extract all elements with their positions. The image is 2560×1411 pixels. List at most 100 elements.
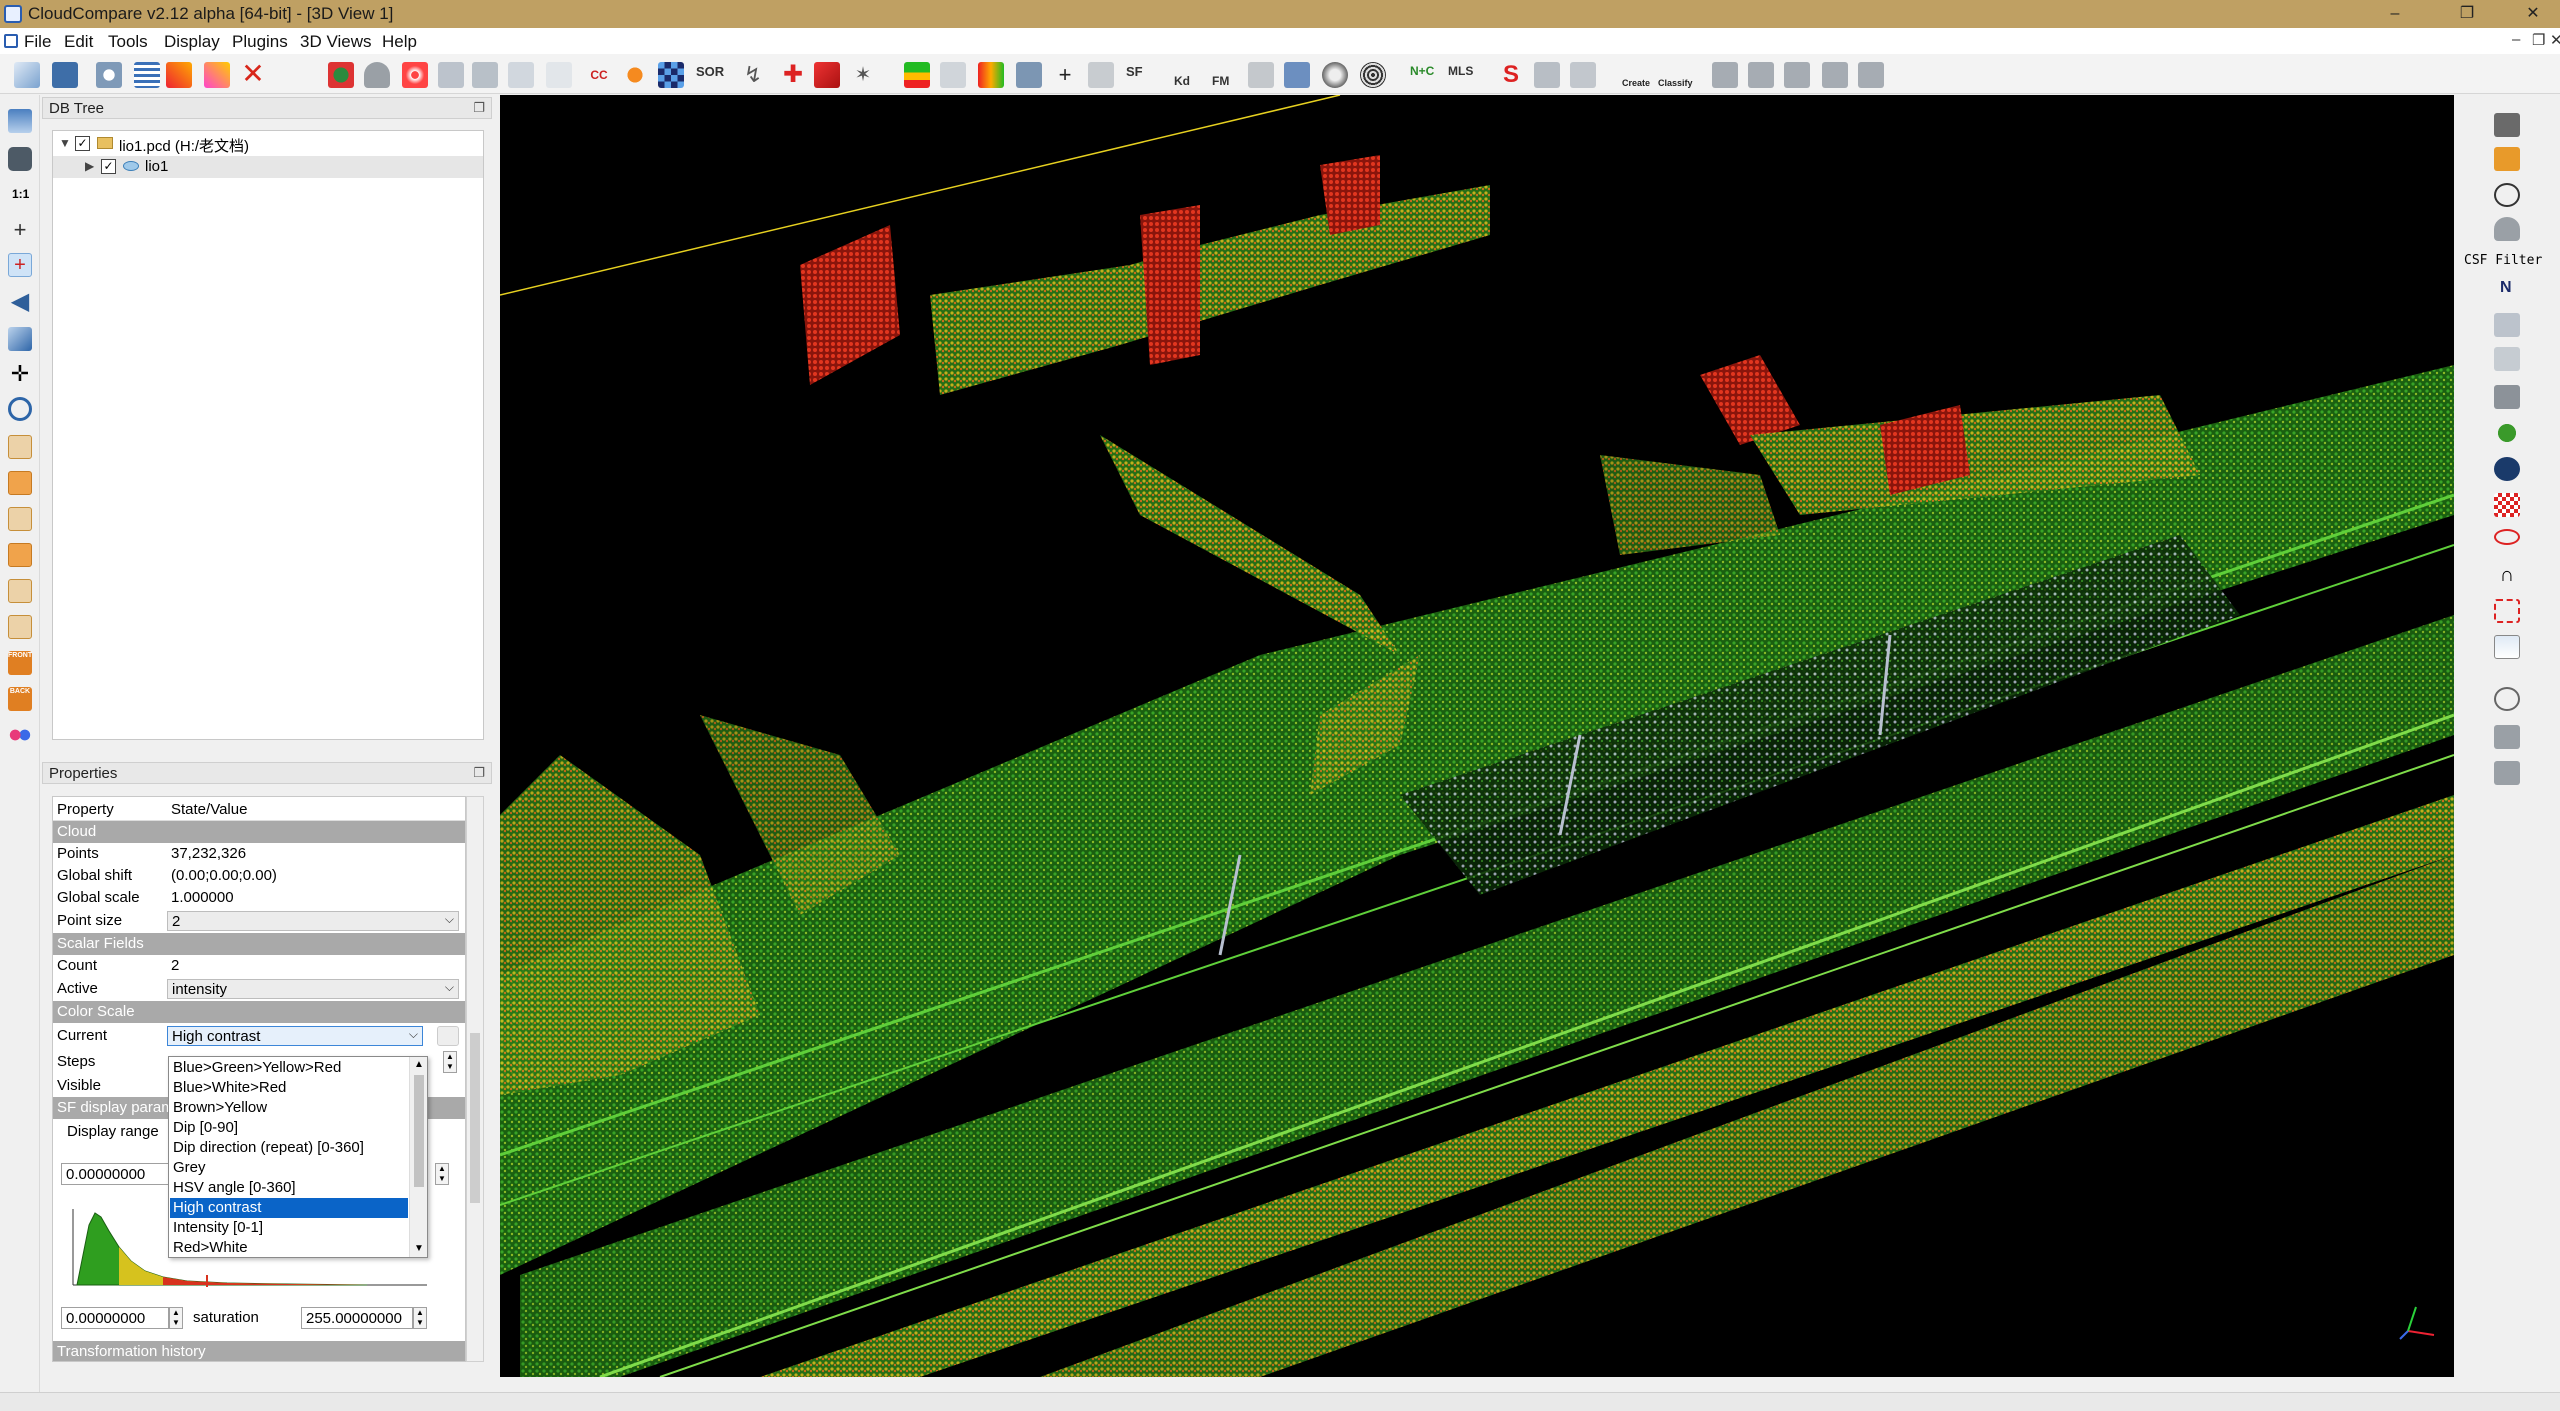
color-scale-editor-icon[interactable] bbox=[437, 1026, 459, 1046]
left-view-icon[interactable] bbox=[8, 507, 32, 531]
menu-plugins[interactable]: Plugins bbox=[232, 32, 288, 52]
menu-3d-views[interactable]: 3D Views bbox=[300, 32, 372, 52]
csf-shield-icon[interactable] bbox=[2494, 217, 2520, 241]
line-tool-icon[interactable]: ↯ bbox=[740, 62, 766, 88]
dropdown-option-selected[interactable]: High contrast bbox=[170, 1198, 408, 1218]
collapse-arrow-icon[interactable]: ▶ bbox=[85, 159, 94, 173]
menu-display[interactable]: Display bbox=[164, 32, 220, 52]
compare-cc-icon[interactable]: CC bbox=[586, 62, 612, 88]
point-picking-icon[interactable] bbox=[96, 62, 122, 88]
plugin-1-icon[interactable] bbox=[1712, 62, 1738, 88]
back-view-icon[interactable] bbox=[8, 543, 32, 567]
camera-icon[interactable] bbox=[8, 147, 32, 171]
color-scale-select[interactable]: High contrast ⌵ bbox=[167, 1026, 423, 1046]
dropdown-option[interactable]: Blue>White>Red bbox=[170, 1078, 408, 1098]
clone-icon[interactable] bbox=[166, 62, 192, 88]
add-icon[interactable]: + bbox=[1052, 62, 1078, 88]
expand-arrow-icon[interactable]: ▼ bbox=[59, 136, 71, 150]
filter-sf-icon[interactable] bbox=[1088, 62, 1114, 88]
3d-view-canvas[interactable] bbox=[500, 95, 2454, 1377]
close-button[interactable]: ✕ bbox=[2510, 2, 2556, 26]
maximize-button[interactable]: ❐ bbox=[2444, 2, 2490, 26]
subsample-icon[interactable] bbox=[438, 62, 464, 88]
hough-icon[interactable] bbox=[2494, 313, 2520, 337]
tree-item-cloud[interactable]: ▶ ✓ lio1 bbox=[53, 156, 483, 178]
dropdown-option[interactable]: HSV angle [0-360] bbox=[170, 1178, 408, 1198]
segment-icon[interactable] bbox=[546, 62, 572, 88]
noise-filter-icon[interactable] bbox=[622, 62, 648, 88]
export-icon[interactable] bbox=[1284, 62, 1310, 88]
auto-pivot-icon[interactable]: + bbox=[8, 253, 32, 277]
align-icon[interactable]: ✶ bbox=[850, 62, 876, 88]
top-view-icon[interactable] bbox=[8, 435, 32, 459]
hand-icon[interactable] bbox=[2494, 147, 2520, 171]
zoom-icon[interactable] bbox=[8, 397, 32, 421]
sat-max-spin-arrows[interactable]: ▲ ▼ bbox=[413, 1307, 427, 1329]
mdi-window-icon[interactable] bbox=[4, 34, 18, 48]
tree-checkbox[interactable]: ✓ bbox=[101, 159, 116, 174]
global-zoom-icon[interactable] bbox=[8, 109, 32, 133]
fm-label[interactable]: FM bbox=[1212, 74, 1229, 88]
plugin-extra-2-icon[interactable] bbox=[2494, 761, 2520, 785]
animation-icon[interactable] bbox=[2494, 113, 2520, 137]
histogram-icon[interactable] bbox=[904, 62, 930, 88]
mesh-icon[interactable] bbox=[1248, 62, 1274, 88]
classify-icon[interactable] bbox=[2494, 493, 2520, 517]
right-view-icon[interactable] bbox=[8, 579, 32, 603]
viewer-icon[interactable] bbox=[8, 327, 32, 351]
dropdown-scrollbar[interactable]: ▲ ▼ bbox=[409, 1057, 427, 1257]
sf-label[interactable]: SF bbox=[1126, 64, 1143, 79]
plugin-2-icon[interactable] bbox=[1748, 62, 1774, 88]
properties-list-icon[interactable] bbox=[134, 62, 160, 88]
arch-icon[interactable]: ∩ bbox=[2494, 563, 2520, 587]
plane-fit-icon[interactable] bbox=[814, 62, 840, 88]
mls-label[interactable]: MLS bbox=[1448, 64, 1473, 78]
pcv-icon[interactable] bbox=[2494, 385, 2520, 409]
range-max-spin-arrows[interactable]: ▲ ▼ bbox=[435, 1163, 449, 1185]
checkerboard-icon[interactable] bbox=[658, 62, 684, 88]
scale-1-1-label[interactable]: 1:1 bbox=[12, 187, 29, 201]
point-size-select[interactable]: 2 ⌵ bbox=[167, 911, 459, 931]
shield-icon[interactable] bbox=[364, 62, 390, 88]
menu-tools[interactable]: Tools bbox=[108, 32, 148, 52]
plugin-5-icon[interactable] bbox=[1858, 62, 1884, 88]
dropdown-option[interactable]: Intensity [0-1] bbox=[170, 1218, 408, 1238]
canupo-create-label[interactable]: Create bbox=[1622, 78, 1650, 88]
scrollbar-thumb[interactable] bbox=[470, 1033, 480, 1203]
translate-rotate-icon[interactable]: ✚ bbox=[780, 62, 806, 88]
canupo-classify-label[interactable]: Classify bbox=[1658, 78, 1693, 88]
plugin-4-icon[interactable] bbox=[1822, 62, 1848, 88]
tree-checkbox[interactable]: ✓ bbox=[75, 136, 90, 151]
sample-points-icon[interactable] bbox=[328, 62, 354, 88]
m3c2-icon[interactable] bbox=[2494, 347, 2520, 371]
mdi-restore-button[interactable]: ❐ bbox=[2532, 31, 2545, 49]
saturation-min-input[interactable]: 0.00000000 bbox=[61, 1307, 169, 1329]
saturation-max-input[interactable]: 255.00000000 bbox=[301, 1307, 413, 1329]
mdi-close-button[interactable]: ✕ bbox=[2550, 31, 2560, 49]
translate-icon[interactable]: ✛ bbox=[8, 363, 32, 387]
minimize-button[interactable]: – bbox=[2372, 2, 2418, 26]
registration-icon[interactable] bbox=[508, 62, 534, 88]
save-icon[interactable] bbox=[52, 62, 78, 88]
sf-arithmetic-icon[interactable] bbox=[1016, 62, 1042, 88]
csf-filter-label[interactable]: CSF Filter bbox=[2464, 253, 2542, 268]
perspective-icon[interactable]: ◀ bbox=[8, 290, 32, 315]
distance-icon[interactable] bbox=[1534, 62, 1560, 88]
sf-color-icon[interactable] bbox=[978, 62, 1004, 88]
rotate-icon[interactable] bbox=[1570, 62, 1596, 88]
mdi-minimize-button[interactable]: – bbox=[2512, 31, 2520, 48]
scroll-down-icon[interactable]: ▼ bbox=[414, 1243, 424, 1254]
bottom-view-icon[interactable] bbox=[8, 615, 32, 639]
dropdown-option[interactable]: Red>White bbox=[170, 1238, 408, 1257]
menu-help[interactable]: Help bbox=[382, 32, 417, 52]
menu-edit[interactable]: Edit bbox=[64, 32, 93, 52]
sat-min-spin-arrows[interactable]: ▲ ▼ bbox=[169, 1307, 183, 1329]
sor-filter-label[interactable]: SOR bbox=[696, 64, 724, 79]
front-view-icon[interactable] bbox=[8, 471, 32, 495]
range-min-input[interactable]: 0.00000000 bbox=[61, 1163, 169, 1185]
surface-icon[interactable] bbox=[2494, 635, 2520, 659]
menu-file[interactable]: File bbox=[24, 32, 51, 52]
ellipse-icon[interactable] bbox=[2494, 529, 2520, 545]
tree-item-file[interactable]: ▼ ✓ lio1.pcd (H:/老文档) bbox=[53, 133, 483, 155]
disable-icon[interactable] bbox=[2494, 687, 2520, 711]
